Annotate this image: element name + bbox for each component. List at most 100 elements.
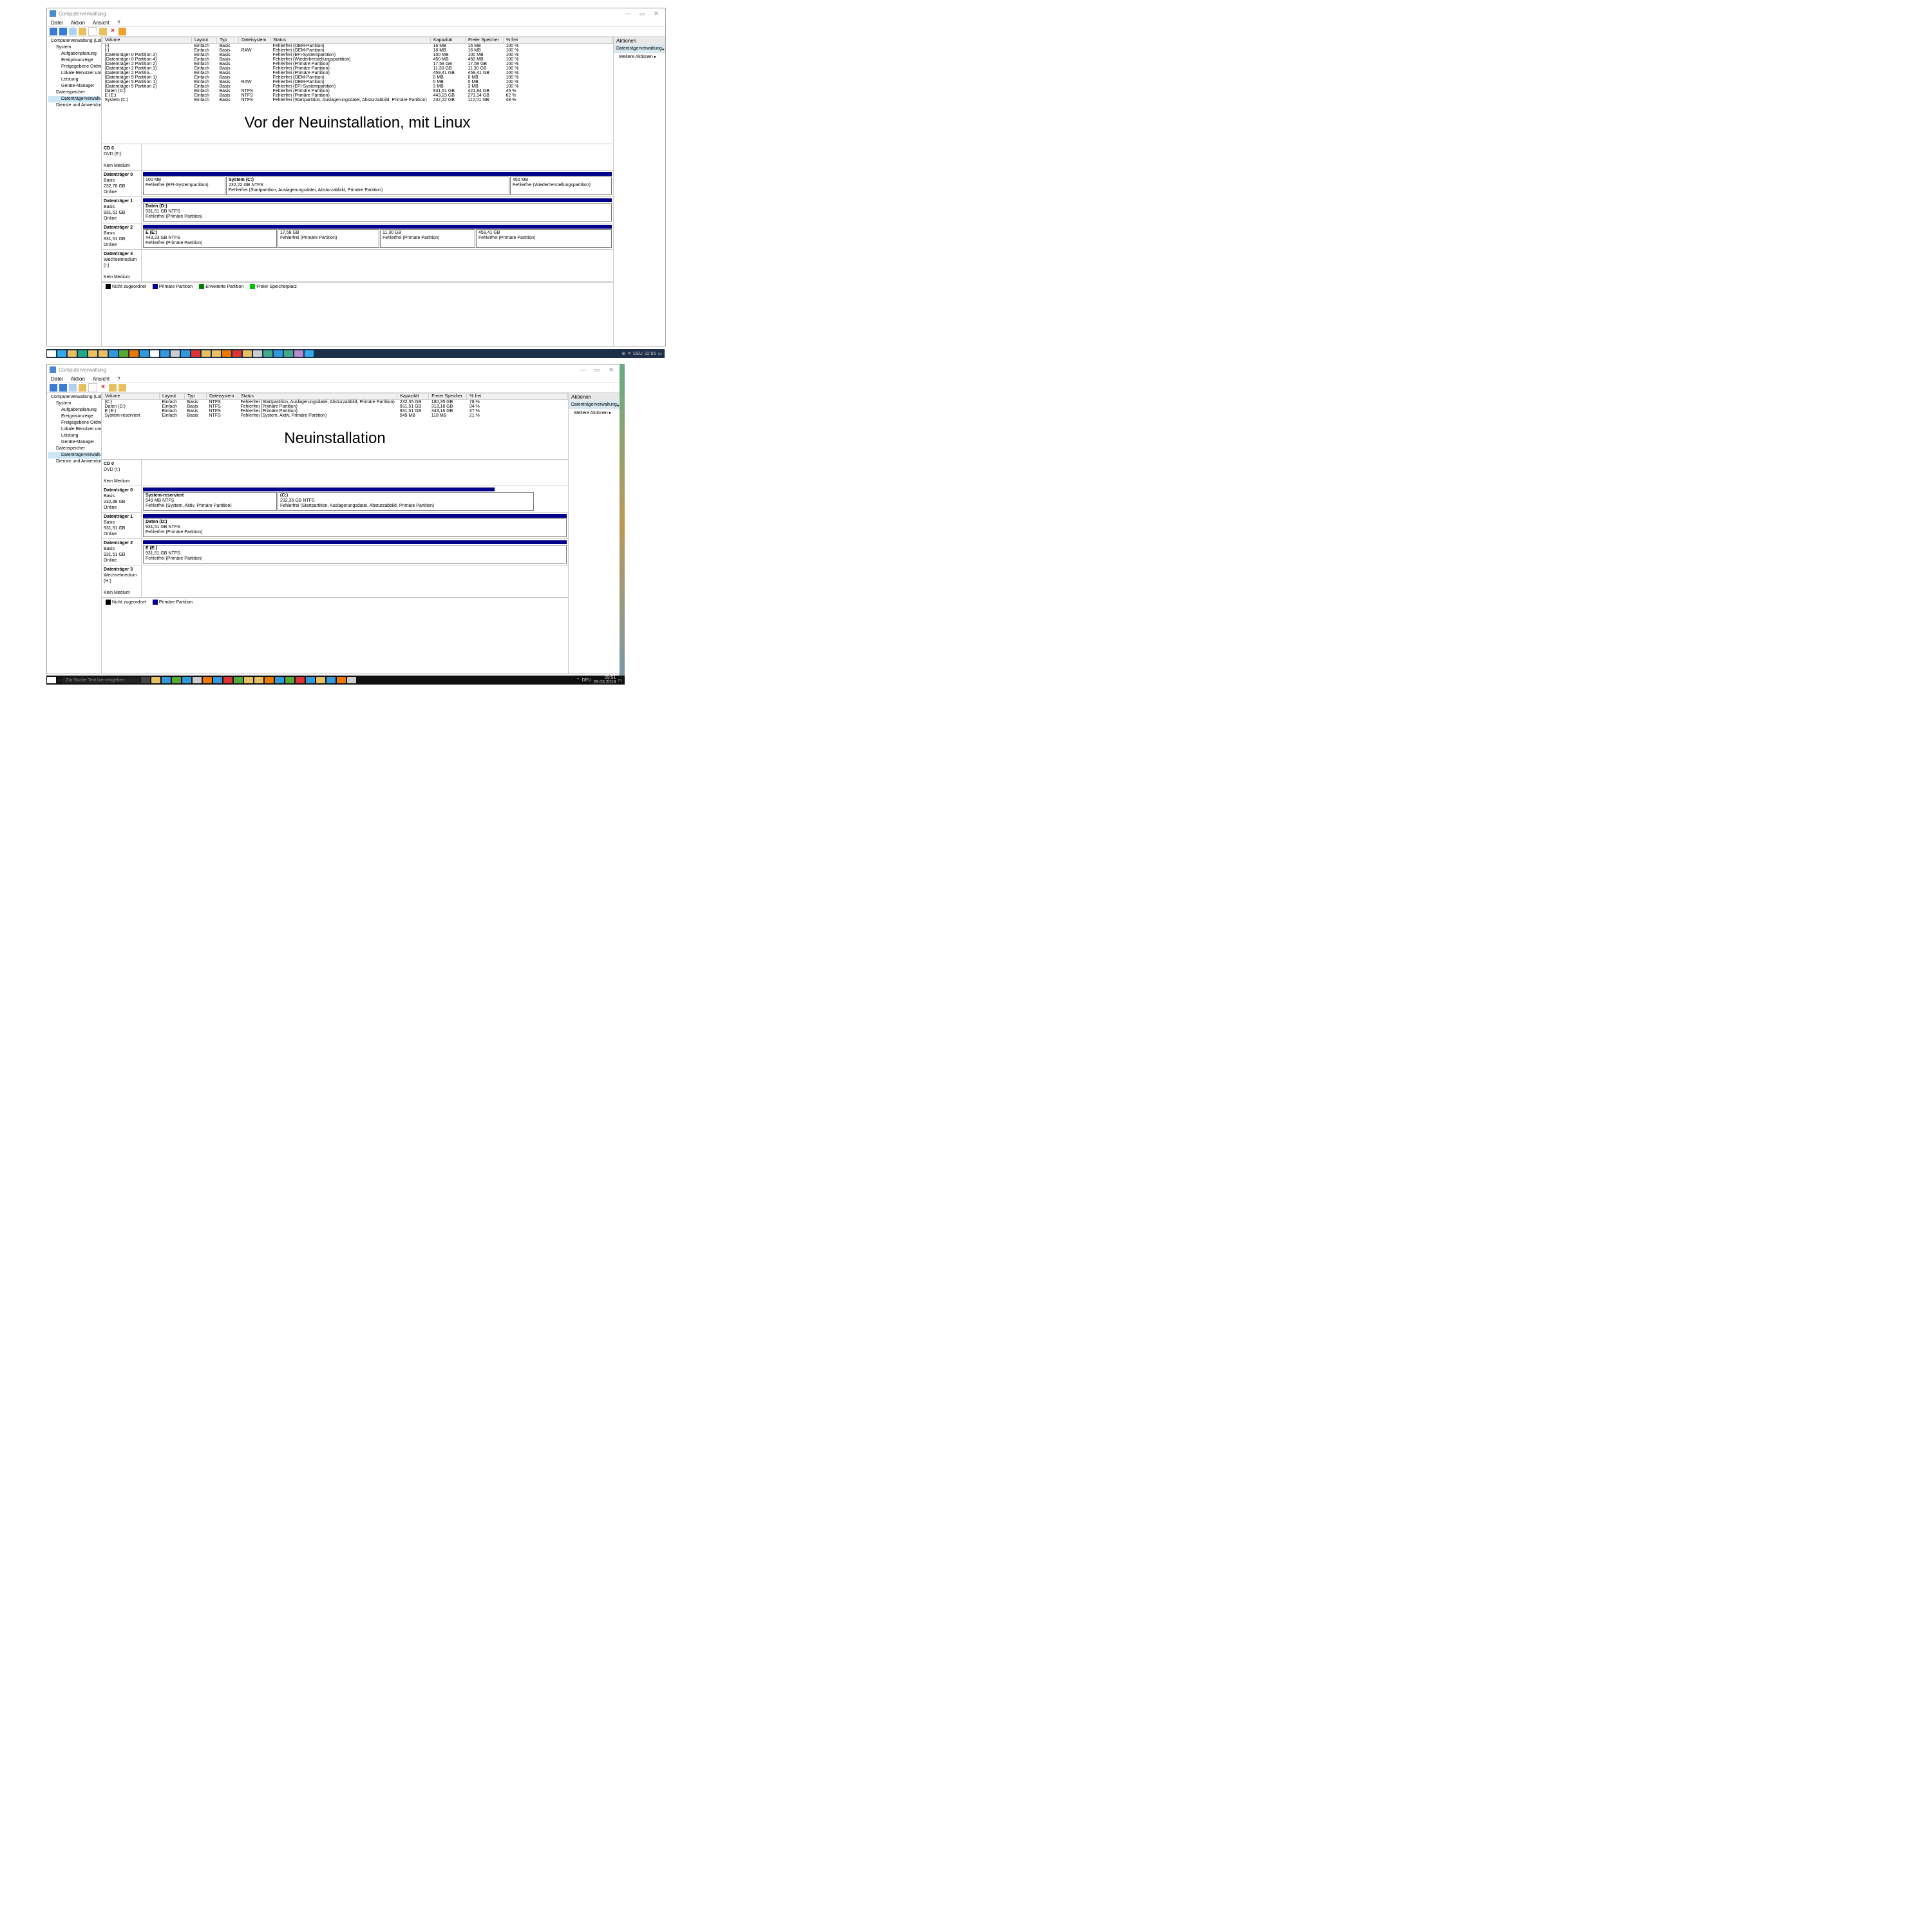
tree-item[interactable]: Ereignisanzeige [48, 413, 100, 420]
col-free[interactable]: Freier Speicher [429, 393, 467, 400]
table-row[interactable]: (Datenträger 2 Partition 3)EinfachBasisF… [102, 66, 613, 71]
disk1-head[interactable]: Datenträger 1Basis931,51 GBOnline [102, 197, 142, 223]
explorer-icon[interactable] [151, 677, 160, 683]
edge-icon[interactable] [162, 677, 171, 683]
tree-storage[interactable]: Datenspeicher [48, 446, 100, 452]
help-icon[interactable] [118, 28, 126, 35]
tree-item[interactable]: Aufgabenplanung [48, 407, 100, 413]
tree-item[interactable]: Leistung [48, 77, 100, 83]
tray-icon[interactable]: ⌃ [576, 677, 580, 683]
tree-item[interactable]: Lokale Benutzer und Gr [48, 70, 100, 77]
disk0-head[interactable]: Datenträger 0Basis232,88 GBOnline [102, 486, 142, 512]
titlebar[interactable]: Computerverwaltung — ▭ ✕ [47, 8, 665, 19]
partition[interactable]: (C:)232,35 GB NTFSFehlerfrei (Startparti… [278, 492, 534, 511]
tray-icon[interactable]: ⊕ [621, 351, 625, 356]
menu-view[interactable]: Ansicht [93, 376, 109, 382]
table-row[interactable]: (Datenträger 0 Partition 2)EinfachBasisF… [102, 53, 613, 57]
app-icon[interactable] [294, 350, 303, 357]
app-icon[interactable] [306, 677, 315, 683]
cortana-icon[interactable] [57, 350, 66, 357]
menu-file[interactable]: Datei [51, 20, 63, 26]
tray-lang[interactable]: DEU [582, 678, 592, 683]
app-icon[interactable] [275, 677, 284, 683]
nav-tree[interactable]: Computerverwaltung (Lokal) System Aufgab… [47, 393, 102, 674]
col-volume[interactable]: Volume [102, 393, 160, 400]
col-layout[interactable]: Layout [160, 393, 185, 400]
tree-item[interactable]: Geräte-Manager [48, 83, 100, 90]
table-row[interactable]: System (C:)EinfachBasisNTFSFehlerfrei (S… [102, 98, 613, 102]
tree-item[interactable]: Freigegebene Ordner [48, 64, 100, 70]
delete-icon[interactable]: ✕ [109, 28, 117, 35]
actions-disk-mgmt[interactable]: Datenträgerverwaltung▴ [614, 45, 665, 53]
table-row[interactable]: (Datenträger 2 Partition 2)EinfachBasisF… [102, 62, 613, 66]
disk3-head[interactable]: Datenträger 3Wechselmedium (I:)Kein Medi… [102, 250, 142, 281]
disk2-head[interactable]: Datenträger 2Basis931,51 GBOnline [102, 223, 142, 249]
partition[interactable]: 17,58 GBFehlerfrei (Primäre Partition) [278, 229, 379, 248]
tree-item[interactable]: Freigegebene Ordner [48, 420, 100, 426]
refresh-icon[interactable] [88, 27, 97, 36]
app-icon[interactable] [140, 350, 149, 357]
col-fs[interactable]: Dateisystem [239, 37, 270, 44]
tree-root[interactable]: Computerverwaltung (Lokal) [48, 38, 100, 44]
menu-help[interactable]: ? [117, 376, 120, 382]
app-icon[interactable] [234, 677, 243, 683]
col-fs[interactable]: Dateisystem [207, 393, 238, 400]
table-row[interactable]: (C:)EinfachBasisNTFSFehlerfrei (Startpar… [102, 400, 568, 405]
app-icon[interactable] [337, 677, 346, 683]
col-pct[interactable]: % frei [504, 37, 613, 44]
partition[interactable]: 100 MBFehlerfrei (EFI-Systempartition) [143, 176, 225, 195]
notification-icon[interactable]: ▭ [618, 677, 622, 683]
table-row[interactable]: Daten (D:)EinfachBasisNTFSFehlerfrei (Pr… [102, 404, 568, 409]
col-type[interactable]: Typ [185, 393, 207, 400]
app-icon[interactable] [99, 350, 108, 357]
table-row[interactable]: E (E:)EinfachBasisNTFSFehlerfrei (Primär… [102, 409, 568, 413]
tree-item[interactable]: Aufgabenplanung [48, 51, 100, 57]
table-row[interactable]: (Datenträger 5 Partition 1)EinfachBasisR… [102, 80, 613, 84]
app-icon[interactable] [232, 350, 242, 357]
app-icon[interactable] [265, 677, 274, 683]
app-icon[interactable] [109, 350, 118, 357]
table-row[interactable]: (-)EinfachBasisFehlerfrei (OEM-Partition… [102, 44, 613, 49]
help-icon[interactable] [118, 384, 126, 392]
layout-icon[interactable] [79, 384, 86, 392]
table-row[interactable]: (Datenträger 5 Partition 2)EinfachBasisF… [102, 84, 613, 89]
menu-action[interactable]: Aktion [71, 376, 85, 382]
app-icon[interactable] [347, 677, 356, 683]
menu-file[interactable]: Datei [51, 376, 63, 382]
system-tray[interactable]: ⌃ DEU 09:5129.03.2019 ▭ [576, 676, 625, 685]
table-row[interactable]: System-reserviertEinfachBasisNTFSFehlerf… [102, 413, 568, 418]
app-icon[interactable] [222, 350, 231, 357]
app-icon[interactable] [171, 350, 180, 357]
minimize-button[interactable]: — [576, 366, 589, 374]
disk1-head[interactable]: Datenträger 1Basis931,51 GBOnline [102, 513, 142, 538]
chrome-icon[interactable] [253, 350, 262, 357]
app-icon[interactable] [191, 350, 200, 357]
actions-disk-mgmt[interactable]: Datenträgerverwaltung▴ [569, 401, 620, 409]
app-icon[interactable] [296, 677, 305, 683]
minimize-button[interactable]: — [621, 10, 634, 17]
app-icon[interactable] [254, 677, 263, 683]
tree-services[interactable]: Dienste und Anwendungen [48, 459, 100, 465]
partition[interactable]: Daten (D:)931,51 GB NTFSFehlerfrei (Prim… [143, 203, 612, 222]
col-volume[interactable]: Volume [102, 37, 192, 44]
volume-table[interactable]: Volume Layout Typ Dateisystem Status Kap… [102, 393, 568, 418]
col-cap[interactable]: Kapazität [431, 37, 466, 44]
col-status[interactable]: Status [270, 37, 431, 44]
tray-date[interactable]: 29.03.2019 [593, 680, 616, 685]
app-icon[interactable] [202, 350, 211, 357]
tree-services[interactable]: Dienste und Anwendungen [48, 102, 100, 109]
list-icon[interactable] [99, 28, 107, 35]
menu-action[interactable]: Aktion [71, 20, 85, 26]
table-row[interactable]: E (E:)EinfachBasisNTFSFehlerfrei (Primär… [102, 93, 613, 98]
partition[interactable]: System (C:)232,22 GB NTFSFehlerfrei (Sta… [226, 176, 509, 195]
list-icon[interactable] [109, 384, 117, 392]
partition[interactable]: E (E:)443,23 GB NTFSFehlerfrei (Primäre … [143, 229, 277, 248]
partition[interactable]: 11,30 GBFehlerfrei (Primäre Partition) [380, 229, 475, 248]
disk3-head[interactable]: Datenträger 3Wechselmedium (H:)Kein Medi… [102, 565, 142, 597]
tree-item[interactable]: Leistung [48, 433, 100, 439]
back-icon[interactable] [50, 384, 57, 392]
tree-system[interactable]: System [48, 44, 100, 51]
app-icon[interactable] [212, 350, 221, 357]
app-icon[interactable] [88, 350, 97, 357]
collapse-icon[interactable]: ▴ [617, 402, 620, 408]
